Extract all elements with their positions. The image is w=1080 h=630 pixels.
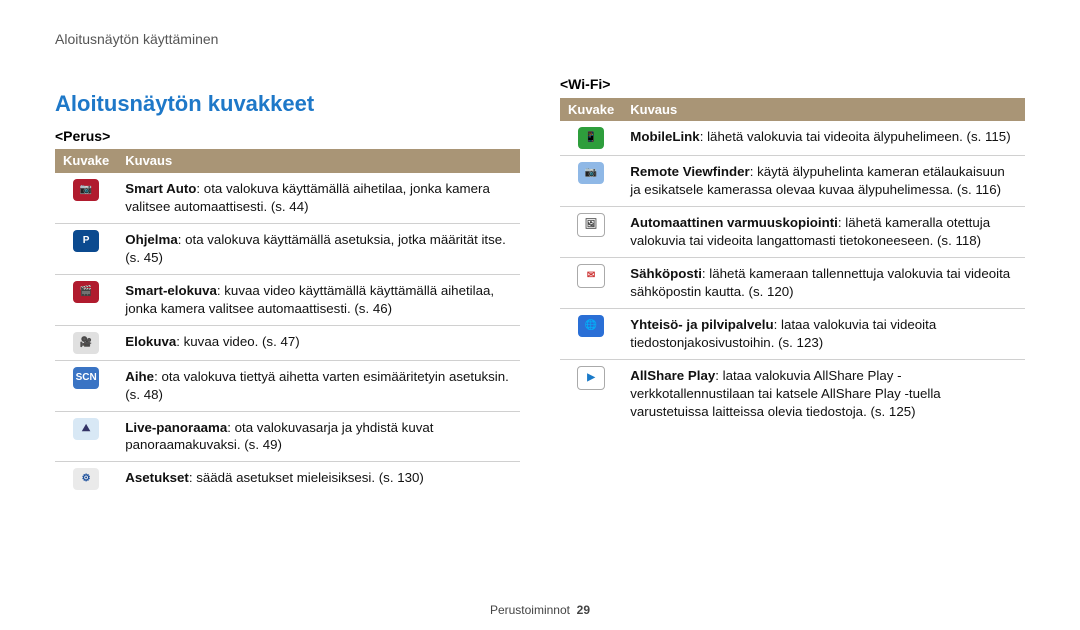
row-desc: : ota valokuva tiettyä aihetta varten es… [125, 369, 509, 402]
content-columns: Aloitusnäytön kuvakkeet <Perus> Kuvake K… [55, 69, 1025, 497]
desc-cell: Ohjelma: ota valokuva käyttämällä asetuk… [117, 223, 520, 274]
footer-page: 29 [577, 603, 590, 617]
right-column: <Wi-Fi> Kuvake Kuvaus 📱 MobileLink: lähet… [560, 69, 1025, 497]
col-header-icon: Kuvake [55, 149, 117, 173]
table-row: 📷 Smart Auto: ota valokuva käyttämällä ai… [55, 173, 520, 223]
icon-cell: P [55, 223, 117, 274]
table-row: ⚙ Asetukset: säädä asetukset mieleisikses… [55, 462, 520, 497]
icon-cell: ⛰ [55, 411, 117, 462]
row-title: Ohjelma [125, 232, 177, 247]
allshare-play-icon: ▶ [577, 366, 605, 390]
icon-cell: SCN [55, 360, 117, 411]
row-title: Aihe [125, 369, 154, 384]
mobilelink-icon: 📱 [578, 127, 604, 149]
row-title: Elokuva [125, 334, 176, 349]
icon-cell: 🖼 [560, 207, 622, 258]
movie-icon: 🎥 [73, 332, 99, 354]
desc-cell: AllShare Play: lataa valokuvia AllShare … [622, 359, 1025, 427]
table-row: P Ohjelma: ota valokuva käyttämällä asetu… [55, 223, 520, 274]
row-title: Smart-elokuva [125, 283, 217, 298]
desc-cell: Automaattinen varmuuskopiointi: lähetä k… [622, 207, 1025, 258]
table-row: ▶ AllShare Play: lataa valokuvia AllShare… [560, 359, 1025, 427]
desc-cell: Smart Auto: ota valokuva käyttämällä aih… [117, 173, 520, 223]
table-row: 🌐 Yhteisö- ja pilvipalvelu: lataa valokuv… [560, 308, 1025, 359]
scene-icon: SCN [73, 367, 99, 389]
icon-cell: 📷 [560, 156, 622, 207]
icon-cell: ▶ [560, 359, 622, 427]
row-desc: : lähetä valokuvia tai videoita älypuhel… [700, 129, 1011, 144]
icon-cell: 🌐 [560, 308, 622, 359]
program-icon: P [73, 230, 99, 252]
desc-cell: Smart-elokuva: kuvaa video käyttämällä k… [117, 274, 520, 325]
row-title: Sähköposti [630, 266, 702, 281]
row-title: Live-panoraama [125, 420, 227, 435]
table-row: SCN Aihe: ota valokuva tiettyä aihetta va… [55, 360, 520, 411]
icon-cell: 🎬 [55, 274, 117, 325]
icon-cell: 📷 [55, 173, 117, 223]
table-row: ⛰ Live-panoraama: ota valokuvasarja ja yh… [55, 411, 520, 462]
row-title: MobileLink [630, 129, 699, 144]
table-row: 🖼 Automaattinen varmuuskopiointi: lähetä … [560, 207, 1025, 258]
row-title: Automaattinen varmuuskopiointi [630, 215, 838, 230]
icon-cell: ⚙ [55, 462, 117, 497]
smart-movie-icon: 🎬 [73, 281, 99, 303]
sub-heading-wifi: <Wi-Fi> [560, 75, 1025, 94]
page: Aloitusnäytön käyttäminen Aloitusnäytön … [0, 0, 1080, 630]
table-row: ✉ Sähköposti: lähetä kameraan tallennettu… [560, 258, 1025, 309]
row-title: Smart Auto [125, 181, 196, 196]
breadcrumb: Aloitusnäytön käyttäminen [55, 30, 1025, 49]
icon-cell: 🎥 [55, 325, 117, 360]
desc-cell: Remote Viewfinder: käytä älypuhelinta ka… [622, 156, 1025, 207]
table-wifi: Kuvake Kuvaus 📱 MobileLink: lähetä valoku… [560, 98, 1025, 428]
cloud-sharing-icon: 🌐 [578, 315, 604, 337]
desc-cell: Live-panoraama: ota valokuvasarja ja yhd… [117, 411, 520, 462]
desc-cell: Yhteisö- ja pilvipalvelu: lataa valokuvi… [622, 308, 1025, 359]
row-desc: : kuvaa video. (s. 47) [176, 334, 299, 349]
settings-icon: ⚙ [73, 468, 99, 490]
panorama-icon: ⛰ [73, 418, 99, 440]
col-header-desc: Kuvaus [117, 149, 520, 173]
footer: Perustoiminnot 29 [0, 602, 1080, 618]
desc-cell: Elokuva: kuvaa video. (s. 47) [117, 325, 520, 360]
row-desc: : säädä asetukset mieleisiksesi. (s. 130… [189, 470, 424, 485]
col-header-icon: Kuvake [560, 98, 622, 122]
row-title: Remote Viewfinder [630, 164, 749, 179]
table-row: 📷 Remote Viewfinder: käytä älypuhelinta k… [560, 156, 1025, 207]
desc-cell: Aihe: ota valokuva tiettyä aihetta varte… [117, 360, 520, 411]
left-column: Aloitusnäytön kuvakkeet <Perus> Kuvake K… [55, 69, 520, 497]
table-row: 📱 MobileLink: lähetä valokuvia tai videoi… [560, 121, 1025, 156]
desc-cell: MobileLink: lähetä valokuvia tai videoit… [622, 121, 1025, 156]
row-title: Yhteisö- ja pilvipalvelu [630, 317, 773, 332]
table-perus: Kuvake Kuvaus 📷Smart Auto: ota valokuva … [55, 149, 520, 496]
page-title: Aloitusnäytön kuvakkeet [55, 89, 520, 119]
row-title: AllShare Play [630, 368, 715, 383]
row-desc: : ota valokuva käyttämällä asetuksia, jo… [125, 232, 506, 265]
table-row: 🎬 Smart-elokuva: kuvaa video käyttämällä … [55, 274, 520, 325]
desc-cell: Sähköposti: lähetä kameraan tallennettuj… [622, 258, 1025, 309]
remote-viewfinder-icon: 📷 [578, 162, 604, 184]
icon-cell: ✉ [560, 258, 622, 309]
email-icon: ✉ [577, 264, 605, 288]
smart-auto-icon: 📷 [73, 179, 99, 201]
row-title: Asetukset [125, 470, 189, 485]
footer-section: Perustoiminnot [490, 603, 570, 617]
icon-cell: 📱 [560, 121, 622, 156]
desc-cell: Asetukset: säädä asetukset mieleisiksesi… [117, 462, 520, 497]
table-row: 🎥 Elokuva: kuvaa video. (s. 47) [55, 325, 520, 360]
sub-heading-perus: <Perus> [55, 127, 520, 146]
col-header-desc: Kuvaus [622, 98, 1025, 122]
auto-backup-icon: 🖼 [577, 213, 605, 237]
